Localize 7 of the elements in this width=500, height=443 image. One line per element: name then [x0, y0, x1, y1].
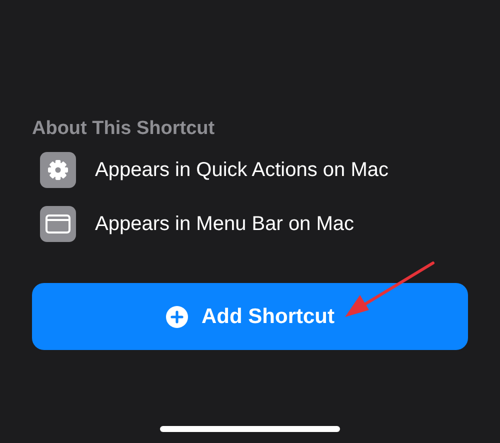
window-icon — [40, 206, 76, 242]
gear-icon — [40, 152, 76, 188]
section-title: About This Shortcut — [32, 118, 215, 140]
info-text: Appears in Quick Actions on Mac — [95, 158, 388, 182]
info-text: Appears in Menu Bar on Mac — [95, 212, 354, 236]
plus-icon — [166, 306, 188, 328]
add-shortcut-button[interactable]: Add Shortcut — [32, 283, 468, 350]
